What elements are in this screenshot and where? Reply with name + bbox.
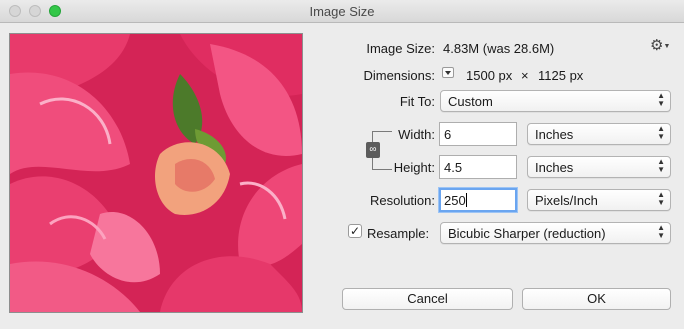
image-size-label: Image Size: — [366, 41, 435, 56]
width-unit-select[interactable]: Inches ▲ ▼ — [527, 123, 671, 145]
resolution-unit-select[interactable]: Pixels/Inch ▲ ▼ — [527, 189, 671, 211]
gear-caret-icon: ▼ — [663, 43, 671, 50]
chain-link-icon[interactable]: ∞ — [366, 142, 380, 158]
resample-checkbox[interactable]: ✓ — [348, 224, 362, 238]
link-bracket-bottom-vertical — [372, 158, 373, 169]
dimensions-width-value: 1500 px — [466, 68, 513, 83]
dimensions-times-sign: × — [521, 68, 529, 83]
resolution-unit-value: Pixels/Inch — [535, 193, 598, 208]
up-down-arrows-icon: ▲ ▼ — [657, 124, 665, 141]
resample-method-value: Bicubic Sharper (reduction) — [448, 226, 606, 241]
up-down-arrows-icon: ▲ ▼ — [657, 91, 665, 108]
fit-to-select[interactable]: Custom ▲ ▼ — [440, 90, 671, 112]
text-caret — [465, 193, 467, 207]
gear-icon[interactable]: ⚙▼ — [650, 36, 670, 54]
window-title: Image Size — [309, 4, 375, 19]
dimensions-label: Dimensions: — [363, 68, 435, 83]
resolution-field[interactable]: 250 — [439, 188, 517, 212]
up-down-arrows-icon: ▲ ▼ — [657, 223, 665, 240]
resolution-value: 250 — [444, 193, 466, 208]
fit-to-value: Custom — [448, 94, 493, 109]
width-unit-value: Inches — [535, 127, 574, 142]
resample-method-select[interactable]: Bicubic Sharper (reduction) ▲ ▼ — [440, 222, 671, 244]
dimensions-height-value: 1125 px — [538, 68, 584, 83]
width-field[interactable]: 6 — [439, 122, 517, 146]
height-label: Height: — [393, 160, 435, 175]
link-bracket-top — [372, 131, 392, 132]
image-size-value: 4.83M (was 28.6M) — [443, 41, 555, 56]
resolution-label: Resolution: — [369, 193, 435, 208]
resample-label[interactable]: Resample: — [367, 226, 429, 241]
height-field[interactable]: 4.5 — [439, 155, 517, 179]
title-bar: Image Size — [0, 0, 684, 23]
image-preview[interactable] — [9, 33, 303, 313]
cancel-button[interactable]: Cancel — [342, 288, 513, 310]
up-down-arrows-icon: ▲ ▼ — [657, 157, 665, 174]
fit-to-label: Fit To: — [399, 94, 435, 109]
up-down-arrows-icon: ▲ ▼ — [657, 190, 665, 207]
height-unit-value: Inches — [535, 160, 574, 175]
width-label: Width: — [398, 127, 435, 142]
height-unit-select[interactable]: Inches ▲ ▼ — [527, 156, 671, 178]
dimensions-units-menu-icon[interactable] — [442, 67, 454, 78]
flower-preview-image — [10, 34, 302, 312]
ok-button[interactable]: OK — [522, 288, 671, 310]
link-bracket-top-vertical — [372, 131, 373, 142]
